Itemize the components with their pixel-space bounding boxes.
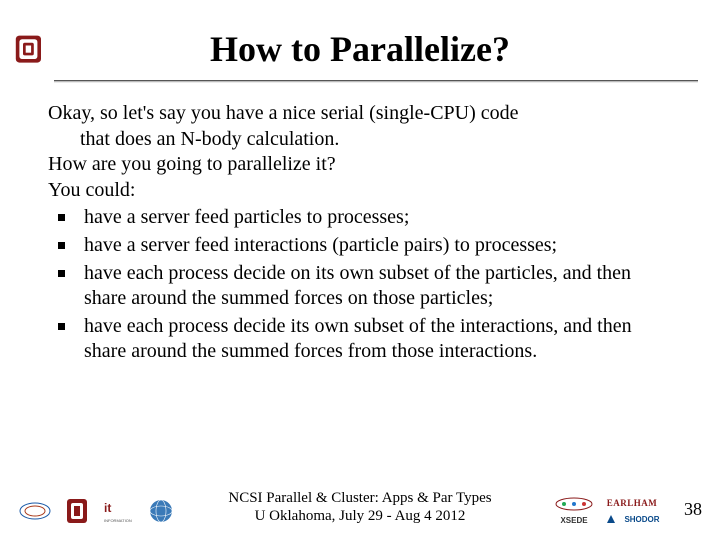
slide: How to Parallelize? Okay, so let's say y… bbox=[0, 0, 720, 540]
lead-in-line: You could: bbox=[48, 178, 672, 204]
square-bullet-icon bbox=[58, 214, 65, 221]
bullet-text: have each process decide its own subset … bbox=[84, 315, 632, 363]
sc-logo-icon bbox=[554, 496, 594, 512]
question-line: How are you going to parallelize it? bbox=[48, 152, 672, 178]
xsede-logo-icon: XSEDE bbox=[554, 514, 594, 526]
list-item: have each process decide on its own subs… bbox=[58, 261, 672, 312]
square-bullet-icon bbox=[58, 323, 65, 330]
footer-logos-right: XSEDE EARLHAM SHODOR bbox=[554, 496, 664, 526]
title-divider-shadow bbox=[54, 82, 698, 83]
svg-text:INFORMATION: INFORMATION bbox=[104, 518, 132, 523]
page-number: 38 bbox=[684, 499, 702, 520]
footer-logos-left: it INFORMATION bbox=[18, 496, 178, 526]
bullet-text: have each process decide on its own subs… bbox=[84, 262, 631, 310]
intro-line-2: that does an N-body calculation. bbox=[48, 127, 672, 153]
header: How to Parallelize? bbox=[0, 0, 720, 83]
footer-line-1: NCSI Parallel & Cluster: Apps & Par Type… bbox=[228, 489, 491, 508]
shodor-mark-icon bbox=[604, 512, 618, 526]
bullet-text: have a server feed particles to processe… bbox=[84, 206, 409, 228]
square-bullet-icon bbox=[58, 242, 65, 249]
earlham-logo-icon: EARLHAM bbox=[604, 496, 660, 510]
content-area: Okay, so let's say you have a nice seria… bbox=[0, 83, 720, 365]
bullet-text: have a server feed interactions (particl… bbox=[84, 234, 557, 256]
list-item: have each process decide its own subset … bbox=[58, 314, 672, 365]
globe-logo-icon bbox=[144, 496, 178, 526]
svg-text:it: it bbox=[104, 501, 111, 515]
ou-small-logo-icon bbox=[60, 496, 94, 526]
intro-line-1: Okay, so let's say you have a nice seria… bbox=[48, 101, 672, 127]
footer-text: NCSI Parallel & Cluster: Apps & Par Type… bbox=[228, 489, 491, 527]
oscer-logo-icon bbox=[18, 496, 52, 526]
footer-line-2: U Oklahoma, July 29 - Aug 4 2012 bbox=[228, 507, 491, 526]
list-item: have a server feed interactions (particl… bbox=[58, 233, 672, 259]
ou-logo-icon bbox=[14, 32, 50, 68]
slide-title: How to Parallelize? bbox=[0, 18, 720, 80]
list-item: have a server feed particles to processe… bbox=[58, 205, 672, 231]
shodor-logo-icon: SHODOR bbox=[620, 513, 664, 525]
bullet-list: have a server feed particles to processe… bbox=[48, 205, 672, 365]
square-bullet-icon bbox=[58, 270, 65, 277]
footer: it INFORMATION NCSI Parallel & Cluster: A… bbox=[0, 482, 720, 530]
it-logo-icon: it INFORMATION bbox=[102, 496, 136, 526]
